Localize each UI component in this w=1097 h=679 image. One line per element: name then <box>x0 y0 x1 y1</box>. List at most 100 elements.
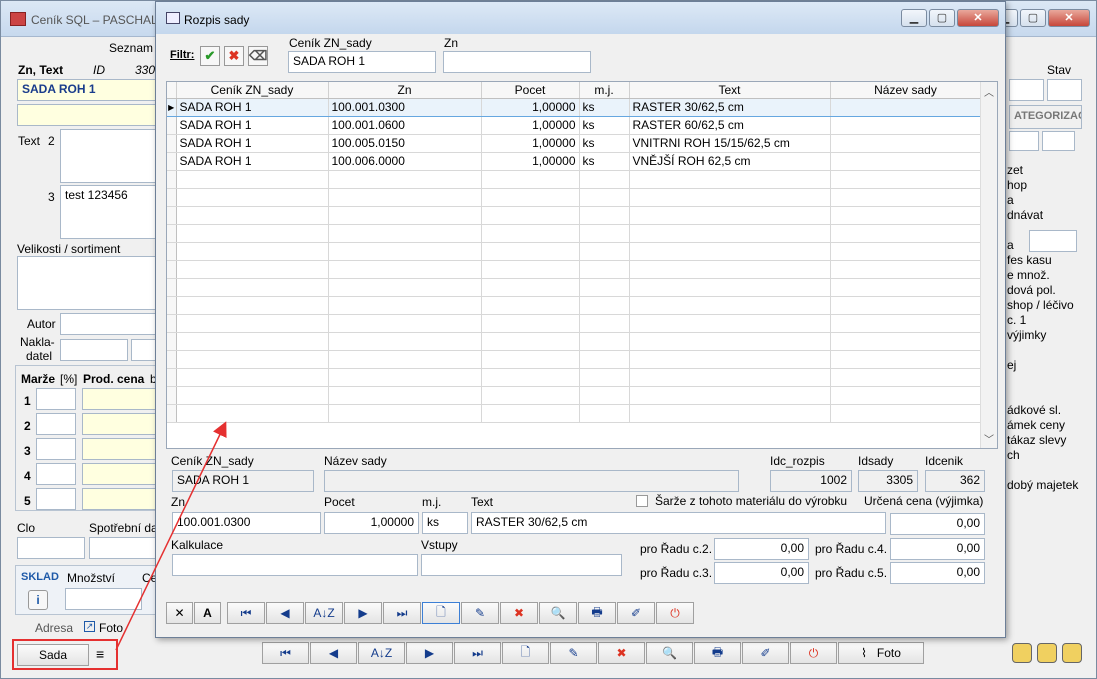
lang-1-icon[interactable] <box>1012 643 1032 663</box>
scroll-up-icon[interactable]: ︿ <box>981 84 997 99</box>
cena-5-field[interactable] <box>82 488 157 510</box>
table-row[interactable]: SADA ROH 1 100.005.0150 1,00000 ks VNITR… <box>167 134 982 153</box>
dialog-delete-icon[interactable]: ✖ <box>500 602 538 624</box>
foto-tab[interactable]: Foto <box>99 621 123 635</box>
new-record-icon[interactable]: 🗋 <box>502 642 549 664</box>
name-field-2[interactable] <box>17 104 157 126</box>
table-cell[interactable] <box>830 116 982 135</box>
table-cell[interactable]: 1,00000 <box>481 152 580 171</box>
info-icon[interactable]: i <box>28 590 48 610</box>
font-icon[interactable]: A <box>194 602 221 624</box>
kalkulace-field[interactable] <box>172 554 418 576</box>
detail-pocet-field[interactable]: 1,00000 <box>324 512 419 534</box>
marze-2-field[interactable] <box>36 413 76 435</box>
urcena-cena-field[interactable]: 0,00 <box>890 513 985 535</box>
table-cell[interactable]: 100.001.0300 <box>328 97 482 117</box>
pen-icon[interactable]: ✐ <box>742 642 789 664</box>
lang-3-icon[interactable] <box>1062 643 1082 663</box>
delete-record-icon[interactable]: ✖ <box>598 642 645 664</box>
table-cell[interactable]: ks <box>579 116 630 135</box>
table-cell[interactable] <box>830 152 982 171</box>
autor-field[interactable] <box>60 313 157 335</box>
power-icon[interactable]: ⏻ <box>790 642 837 664</box>
dialog-power-icon[interactable]: ⏻ <box>656 602 694 624</box>
velikosti-field[interactable] <box>17 256 157 310</box>
filter-clear-icon[interactable]: ✖ <box>224 46 244 66</box>
filter-zn-field[interactable] <box>443 51 591 73</box>
detail-mj-field[interactable]: ks <box>422 512 468 534</box>
table-cell[interactable]: RASTER 30/62,5 cm <box>629 97 831 117</box>
last-record-icon[interactable]: ⏭ <box>454 642 501 664</box>
adresa-tab[interactable]: Adresa <box>35 621 73 635</box>
radu-c4-field[interactable]: 0,00 <box>890 538 985 560</box>
grid-scrollbar[interactable]: ︿ ﹀ <box>980 82 997 448</box>
dialog-new-icon[interactable]: 🗋 <box>422 602 460 624</box>
dialog-close-button[interactable]: ✕ <box>957 9 999 27</box>
filter-apply-icon[interactable]: ✔ <box>200 46 220 66</box>
detail-zn-field[interactable]: 100.001.0300 <box>172 512 321 534</box>
dialog-first-icon[interactable]: ⏮ <box>227 602 265 624</box>
prev-record-icon[interactable]: ◀ <box>310 642 357 664</box>
table-row[interactable]: SADA ROH 1 100.001.0600 1,00000 ks RASTE… <box>167 116 982 135</box>
detail-nazev-field[interactable] <box>324 470 739 492</box>
table-cell[interactable]: SADA ROH 1 <box>176 152 329 171</box>
radu-c3-field[interactable]: 0,00 <box>714 562 809 584</box>
detail-cenik-field[interactable]: SADA ROH 1 <box>172 470 314 492</box>
right-field[interactable] <box>1029 230 1077 252</box>
table-cell[interactable] <box>830 134 982 153</box>
marze-5-field[interactable] <box>36 488 76 510</box>
dialog-print-icon[interactable]: 🖶 <box>578 602 616 624</box>
vstupy-field[interactable] <box>421 554 622 576</box>
first-record-icon[interactable]: ⏮ <box>262 642 309 664</box>
spotrebni-field[interactable] <box>89 537 157 559</box>
table-cell[interactable]: 1,00000 <box>481 97 580 117</box>
table-cell[interactable]: 1,00000 <box>481 134 580 153</box>
dialog-pen-icon[interactable]: ✐ <box>617 602 655 624</box>
table-cell[interactable]: SADA ROH 1 <box>176 97 329 117</box>
edit-record-icon[interactable]: ✎ <box>550 642 597 664</box>
column-header[interactable]: m.j. <box>579 82 630 99</box>
table-cell[interactable]: ks <box>579 134 630 153</box>
column-header[interactable]: Ceník ZN_sady <box>176 82 329 99</box>
nakladatel-field-1[interactable] <box>60 339 128 361</box>
sada-button[interactable]: Sada <box>17 644 89 666</box>
table-cell[interactable]: 100.005.0150 <box>328 134 482 153</box>
column-header[interactable]: Název sady <box>830 82 982 99</box>
column-header[interactable]: Zn <box>328 82 482 99</box>
table-cell[interactable]: RASTER 60/62,5 cm <box>629 116 831 135</box>
table-cell[interactable]: 100.001.0600 <box>328 116 482 135</box>
dialog-edit-icon[interactable]: ✎ <box>461 602 499 624</box>
menu-icon[interactable]: ≡ <box>96 647 110 661</box>
column-header[interactable]: Text <box>629 82 831 99</box>
dialog-prev-icon[interactable]: ◀ <box>266 602 304 624</box>
table-cell[interactable]: VNĚJŠÍ ROH 62,5 cm <box>629 152 831 171</box>
marze-1-field[interactable] <box>36 388 76 410</box>
cena-1-field[interactable] <box>82 388 157 410</box>
scroll-down-icon[interactable]: ﹀ <box>981 431 997 446</box>
table-cell[interactable] <box>830 97 982 117</box>
dialog-search-icon[interactable]: 🔍 <box>539 602 577 624</box>
menu-seznam[interactable]: Seznam <box>109 41 153 55</box>
table-cell[interactable]: 1,00000 <box>481 116 580 135</box>
name-field[interactable]: SADA ROH 1 <box>17 79 157 101</box>
table-cell[interactable]: VNITRNI ROH 15/15/62,5 cm <box>629 134 831 153</box>
search-icon[interactable]: 🔍 <box>646 642 693 664</box>
table-row[interactable]: SADA ROH 1 100.006.0000 1,00000 ks VNĚJŠ… <box>167 152 982 171</box>
text-3-field[interactable]: test 123456 <box>60 185 157 239</box>
dialog-last-icon[interactable]: ⏭ <box>383 602 421 624</box>
filter-eraser-icon[interactable]: ⌫ <box>248 46 268 66</box>
marze-4-field[interactable] <box>36 463 76 485</box>
dialog-sort-icon[interactable]: A↓Z <box>305 602 343 624</box>
lang-2-icon[interactable] <box>1037 643 1057 663</box>
close-x-icon[interactable]: ✕ <box>166 602 193 624</box>
column-header[interactable]: Pocet <box>481 82 580 99</box>
table-cell[interactable]: 100.006.0000 <box>328 152 482 171</box>
close-button[interactable]: ✕ <box>1048 9 1090 27</box>
kat-field-2[interactable] <box>1042 131 1075 151</box>
maximize-button[interactable]: ▢ <box>1020 9 1046 27</box>
clo-field[interactable] <box>17 537 85 559</box>
cena-2-field[interactable] <box>82 413 157 435</box>
table-cell[interactable]: ks <box>579 97 630 117</box>
next-record-icon[interactable]: ▶ <box>406 642 453 664</box>
table-cell[interactable]: ks <box>579 152 630 171</box>
